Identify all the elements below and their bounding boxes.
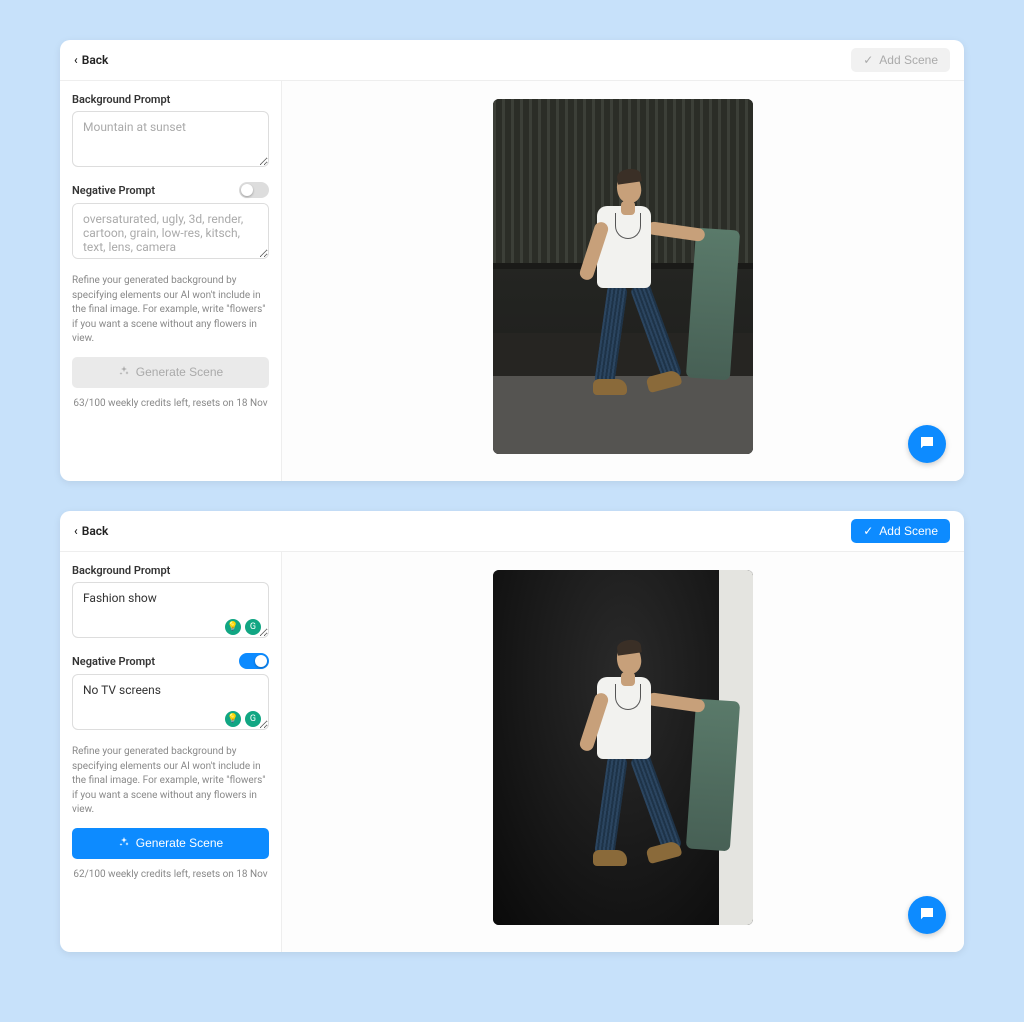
negative-prompt-hint: Refine your generated background by spec… (72, 745, 269, 818)
background-prompt-label: Background Prompt (72, 93, 269, 106)
check-icon (863, 524, 873, 538)
negative-prompt-hint: Refine your generated background by spec… (72, 274, 269, 347)
hint-icon[interactable]: 💡 (225, 619, 241, 635)
negative-prompt-label-row: Negative Prompt (72, 653, 269, 669)
back-label: Back (82, 53, 109, 67)
generate-scene-label: Generate Scene (136, 365, 223, 379)
preview-image[interactable] (493, 570, 753, 925)
panel-body: Background Prompt💡GNegative Prompt💡GRefi… (60, 552, 964, 952)
add-scene-button: Add Scene (851, 48, 950, 72)
negative-prompt-input[interactable] (72, 203, 269, 259)
back-label: Back (82, 524, 109, 538)
credits-remaining: 62/100 weekly credits left, resets on 18… (72, 869, 269, 880)
add-scene-label: Add Scene (879, 53, 938, 67)
add-scene-button[interactable]: Add Scene (851, 519, 950, 543)
controls-sidebar: Background Prompt💡GNegative Prompt💡GRefi… (60, 552, 282, 952)
preview-canvas (282, 81, 964, 481)
check-icon (863, 53, 873, 67)
background-prompt-label: Background Prompt (72, 564, 269, 577)
grammarly-icon[interactable]: G (245, 619, 261, 635)
chevron-left-icon: ‹ (74, 525, 78, 537)
negative-prompt-label-row: Negative Prompt (72, 182, 269, 198)
negative-prompt-label: Negative Prompt (72, 184, 155, 197)
panel-header: ‹ Back Add Scene (60, 511, 964, 552)
panel-header: ‹ Back Add Scene (60, 40, 964, 81)
add-scene-label: Add Scene (879, 524, 938, 538)
back-button[interactable]: ‹ Back (74, 53, 108, 67)
chat-icon (918, 905, 936, 926)
preview-image[interactable] (493, 99, 753, 454)
editor-panel: ‹BackAdd SceneBackground Prompt💡GNegativ… (60, 511, 964, 952)
negative-prompt-toggle[interactable] (239, 182, 269, 198)
negative-prompt-toggle[interactable] (239, 653, 269, 669)
negative-prompt-label: Negative Prompt (72, 655, 155, 668)
controls-sidebar: Background Prompt Negative Prompt Refine y… (60, 81, 282, 481)
credits-remaining: 63/100 weekly credits left, resets on 18… (72, 398, 269, 409)
generate-scene-button[interactable]: Generate Scene (72, 828, 269, 859)
background-prompt-input[interactable] (72, 111, 269, 167)
chat-icon (918, 434, 936, 455)
editor-panel: ‹ Back Add Scene Background Prompt Negative … (60, 40, 964, 481)
grammarly-icon[interactable]: G (245, 711, 261, 727)
sparkle-icon (118, 365, 130, 380)
chevron-left-icon: ‹ (74, 54, 78, 66)
panel-body: Background Prompt Negative Prompt Refine y… (60, 81, 964, 481)
preview-canvas (282, 552, 964, 952)
hint-icon[interactable]: 💡 (225, 711, 241, 727)
generate-scene-label: Generate Scene (136, 836, 223, 850)
chat-support-button[interactable] (908, 425, 946, 463)
generate-scene-button: Generate Scene (72, 357, 269, 388)
chat-support-button[interactable] (908, 896, 946, 934)
sparkle-icon (118, 836, 130, 851)
back-button[interactable]: ‹ Back (74, 524, 108, 538)
